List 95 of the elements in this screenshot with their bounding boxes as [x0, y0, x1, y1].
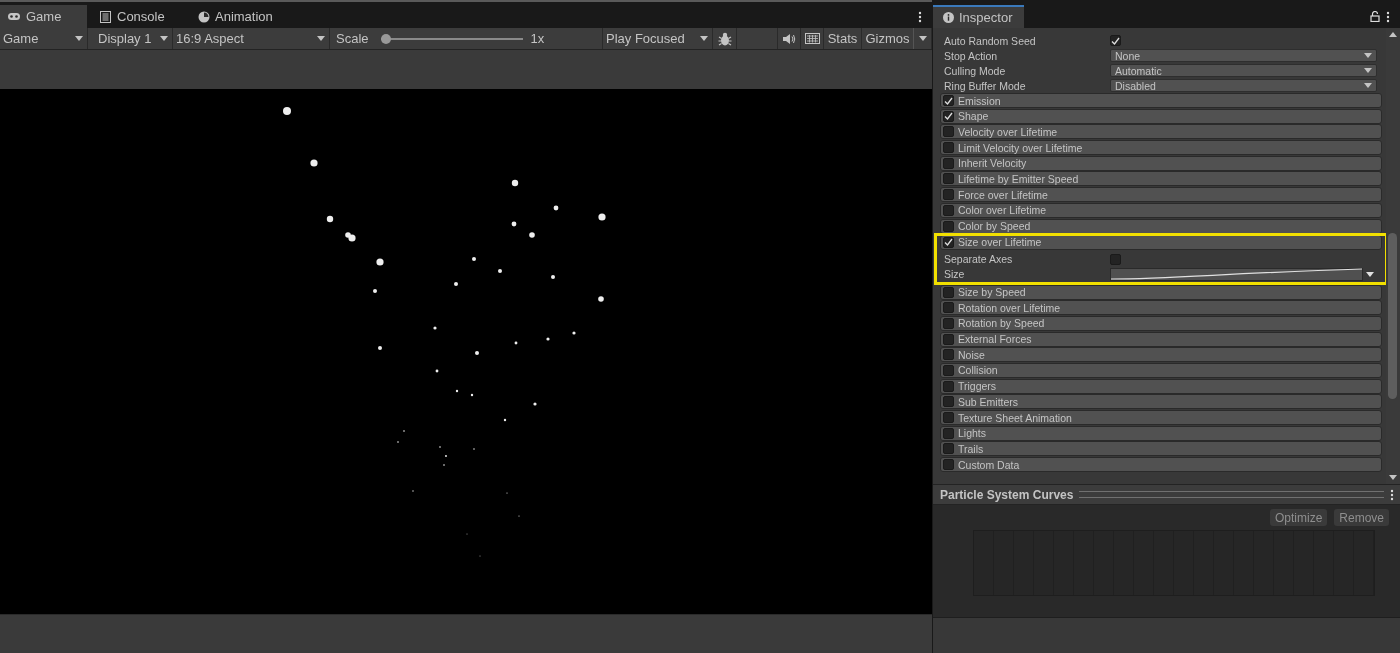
checkbox[interactable] — [1110, 35, 1121, 46]
module-header[interactable]: Velocity over Lifetime — [940, 124, 1382, 140]
caret-icon — [1364, 53, 1372, 58]
module-header[interactable]: Shape — [940, 108, 1382, 124]
checkbox[interactable] — [943, 349, 954, 361]
module-header[interactable]: Color over Lifetime — [940, 202, 1382, 218]
more-options-icon — [1386, 10, 1390, 23]
checkbox[interactable] — [943, 443, 954, 455]
module-header[interactable]: Rotation over Lifetime — [940, 300, 1382, 316]
property-label: Separate Axes — [944, 253, 1014, 265]
checkbox[interactable] — [943, 173, 954, 185]
checkmark-icon — [944, 238, 953, 246]
drag-handle[interactable] — [1079, 491, 1384, 498]
checkbox[interactable] — [943, 333, 954, 345]
checkbox[interactable] — [943, 286, 954, 298]
gizmos-button[interactable]: Gizmos — [862, 28, 914, 49]
caret-icon — [700, 36, 708, 41]
panel-button[interactable]: Remove — [1334, 509, 1389, 526]
caret-icon — [1364, 83, 1372, 88]
tab[interactable]: Game — [0, 5, 87, 28]
caret-icon — [75, 36, 83, 41]
checkmark-icon — [1111, 36, 1120, 45]
checkbox[interactable] — [943, 364, 954, 376]
clock-icon — [198, 10, 210, 23]
panel-title: Particle System Curves — [940, 487, 1074, 502]
module-header[interactable]: Force over Lifetime — [940, 187, 1382, 203]
curve-menu-button[interactable] — [1363, 271, 1377, 277]
checkbox[interactable] — [943, 396, 954, 408]
checkbox[interactable] — [943, 236, 954, 248]
module-header[interactable]: Lights — [940, 425, 1382, 441]
value-dropdown[interactable]: Disabled — [1110, 79, 1377, 92]
scale-label: Scale — [336, 31, 369, 46]
module-header[interactable]: Inherit Velocity — [940, 155, 1382, 171]
caret-icon — [1366, 271, 1374, 277]
property-label: Culling Mode — [944, 64, 1007, 77]
checkbox[interactable] — [943, 204, 954, 216]
checkbox[interactable] — [943, 126, 954, 138]
module-header[interactable]: Rotation by Speed — [940, 315, 1382, 331]
caret-icon — [317, 36, 325, 41]
keyboard-icon — [804, 33, 820, 44]
checkbox[interactable] — [943, 380, 954, 392]
scale-value: 1x — [530, 31, 545, 46]
padlock-icon — [1370, 11, 1380, 22]
module-header[interactable]: Lifetime by Emitter Speed — [940, 171, 1382, 187]
checkbox[interactable] — [943, 157, 954, 169]
caret-icon — [918, 36, 927, 41]
checkbox[interactable] — [1110, 253, 1121, 265]
checkbox[interactable] — [943, 110, 954, 122]
gamepad-icon — [7, 10, 21, 23]
module-header[interactable]: Limit Velocity over Lifetime — [940, 140, 1382, 156]
checkbox[interactable] — [943, 459, 954, 471]
module-header[interactable]: Custom Data — [940, 457, 1382, 473]
scroll-up-icon — [1389, 32, 1397, 37]
checkbox[interactable] — [943, 412, 954, 423]
module-header[interactable]: Emission — [940, 93, 1382, 108]
view-dropdown[interactable]: Game — [0, 28, 88, 49]
stats-button[interactable]: Stats — [824, 28, 862, 49]
curve-line-icon — [1111, 267, 1362, 280]
checkbox[interactable] — [943, 142, 954, 154]
module-header[interactable]: Trails — [940, 441, 1382, 457]
checkbox[interactable] — [943, 427, 954, 439]
panel-button[interactable]: Optimize — [1269, 509, 1328, 526]
value-dropdown[interactable]: Automatic — [1110, 64, 1377, 77]
caret-icon — [160, 36, 168, 41]
property-label: Stop Action — [944, 49, 999, 62]
more-options-icon — [918, 10, 922, 23]
module-header[interactable]: Noise — [940, 347, 1382, 363]
bug-icon — [717, 31, 732, 46]
checkbox[interactable] — [943, 317, 954, 329]
module-header[interactable]: Texture Sheet Animation — [940, 410, 1382, 425]
checkbox[interactable] — [943, 189, 954, 201]
value-dropdown[interactable]: None — [1110, 49, 1377, 62]
caret-icon — [1364, 68, 1372, 73]
property-label: Auto Random Seed — [944, 34, 1037, 47]
curve-field[interactable] — [1110, 267, 1363, 281]
module-header[interactable]: Sub Emitters — [940, 394, 1382, 410]
property-label: Ring Buffer Mode — [944, 79, 1027, 92]
module-header[interactable]: Triggers — [940, 378, 1382, 394]
lock-button[interactable] — [1370, 11, 1380, 22]
module-header[interactable]: External Forces — [940, 331, 1382, 347]
scrollbar-thumb[interactable] — [1388, 233, 1397, 399]
more-options-icon — [1390, 488, 1394, 501]
checkbox[interactable] — [943, 220, 954, 232]
inspector-tab[interactable]: Inspector — [933, 5, 1025, 28]
speaker-icon — [782, 32, 796, 45]
slider-thumb[interactable] — [380, 33, 391, 44]
scroll-down-icon — [1389, 475, 1397, 480]
module-header[interactable]: Collision — [940, 362, 1382, 378]
document-icon — [99, 10, 112, 23]
checkbox[interactable] — [943, 302, 954, 314]
info-icon — [943, 12, 954, 23]
module-header[interactable]: Color by Speed — [940, 218, 1382, 234]
checkbox[interactable] — [943, 95, 954, 106]
property-label: Size — [944, 268, 966, 280]
module-header[interactable]: Size over Lifetime — [940, 234, 1382, 250]
